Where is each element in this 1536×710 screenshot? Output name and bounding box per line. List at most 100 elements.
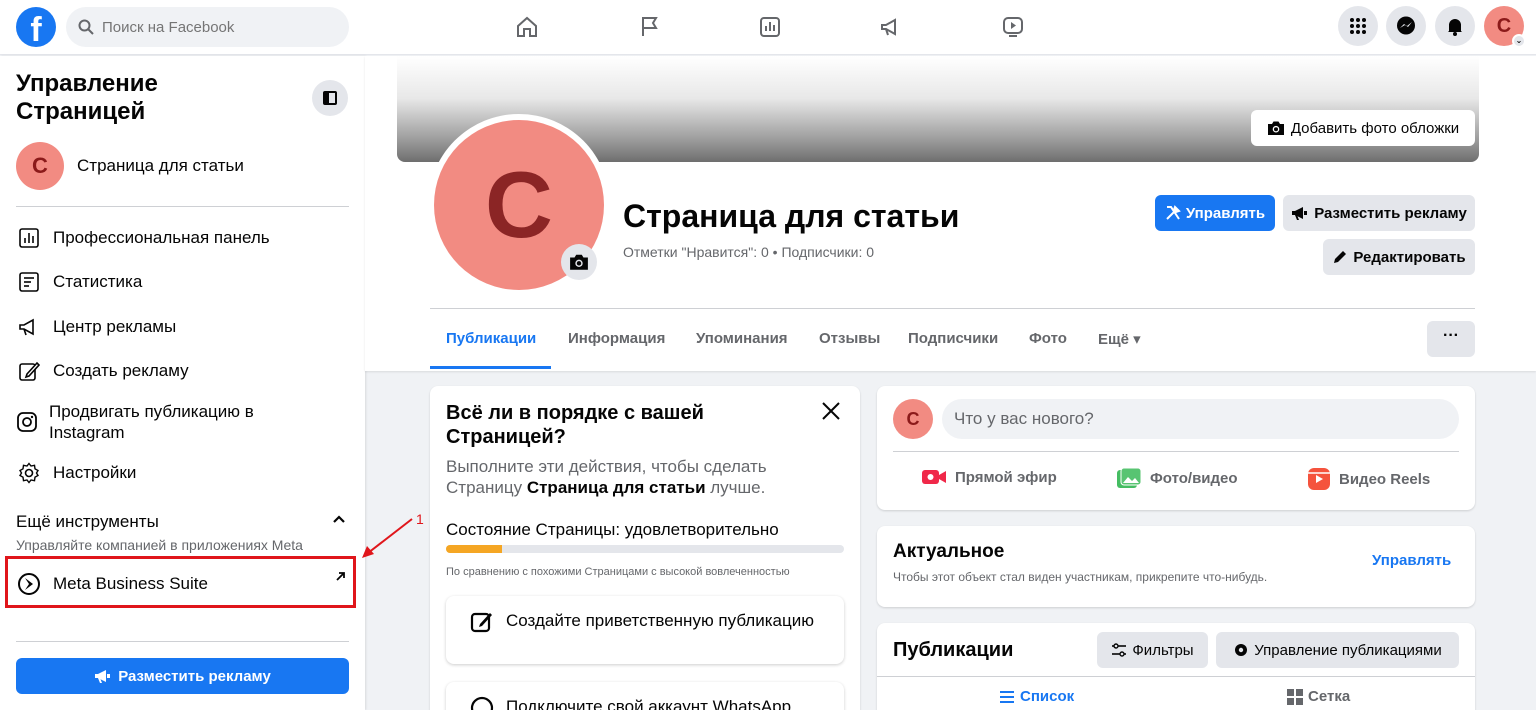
composer-action-label: Видео Reels bbox=[1339, 470, 1431, 488]
advertise-label: Разместить рекламу bbox=[1314, 204, 1467, 222]
sidebar-page-switcher[interactable]: C Страница для статьи bbox=[16, 142, 244, 190]
manage-posts-label: Управление публикациями bbox=[1254, 641, 1442, 659]
sidebar-item-instagram-promote[interactable]: Продвигать публикацию в Instagram bbox=[16, 401, 276, 443]
health-progress-bar bbox=[446, 545, 844, 553]
page-title: Страница для статьи bbox=[623, 198, 960, 234]
composer-avatar[interactable]: C bbox=[893, 399, 933, 439]
home-icon[interactable] bbox=[509, 10, 545, 44]
meta-business-suite-icon bbox=[16, 571, 42, 597]
bell-icon[interactable] bbox=[1435, 6, 1475, 46]
messenger-icon[interactable] bbox=[1386, 6, 1426, 46]
tab-mentions[interactable]: Упоминания bbox=[696, 330, 788, 347]
more-tools-title: Ещё инструменты bbox=[16, 512, 159, 531]
add-cover-label: Добавить фото обложки bbox=[1290, 119, 1460, 137]
view-list-tab[interactable]: Список bbox=[999, 688, 1074, 705]
account-menu-chevron-icon[interactable]: ⌄ bbox=[1512, 34, 1526, 48]
composer-input[interactable]: Что у вас нового? bbox=[942, 399, 1459, 439]
sidebar-item-ads-center[interactable]: Центр рекламы bbox=[16, 314, 176, 340]
tab-reviews[interactable]: Отзывы bbox=[819, 330, 880, 347]
reels-button[interactable]: Видео Reels bbox=[1307, 467, 1430, 491]
edit-button[interactable]: Редактировать bbox=[1323, 239, 1475, 275]
sidebar-item-statistics[interactable]: Статистика bbox=[16, 269, 142, 295]
tab-followers[interactable]: Подписчики bbox=[908, 330, 998, 347]
pencil-icon bbox=[1334, 251, 1347, 263]
connect-whatsapp-item[interactable]: Подключите свой аккаунт WhatsApp bbox=[446, 682, 844, 710]
flag-icon[interactable] bbox=[631, 10, 667, 44]
tab-more[interactable]: Ещё ▾ bbox=[1098, 330, 1141, 348]
pencil-icon bbox=[16, 358, 42, 384]
video-icon[interactable] bbox=[995, 10, 1031, 44]
health-card-title: Всё ли в порядке с вашей Страницей? bbox=[446, 402, 704, 448]
insights-icon[interactable] bbox=[752, 10, 788, 44]
sidebar-advertise-button[interactable]: Разместить рекламу bbox=[16, 658, 349, 694]
sidebar-collapse-icon[interactable] bbox=[312, 80, 348, 116]
description-suffix: лучше. bbox=[705, 478, 766, 497]
featured-subtitle: Чтобы этот объект стал виден участникам,… bbox=[893, 570, 1268, 584]
megaphone-icon bbox=[16, 314, 42, 340]
top-bar: f C ⌄ bbox=[0, 0, 1536, 55]
account-avatar[interactable]: C ⌄ bbox=[1484, 6, 1526, 48]
composer-action-label: Фото/видео bbox=[1150, 469, 1238, 487]
filters-label: Фильтры bbox=[1132, 641, 1194, 659]
facebook-logo[interactable]: f bbox=[16, 7, 56, 47]
sidebar-item-label: Продвигать публикацию в Instagram bbox=[49, 402, 254, 442]
grid-icon bbox=[1287, 688, 1303, 705]
sidebar-divider bbox=[16, 641, 349, 642]
page-avatar: C bbox=[16, 142, 64, 190]
sidebar-item-label: Meta Business Suite bbox=[53, 574, 208, 593]
view-grid-label: Сетка bbox=[1308, 688, 1351, 705]
megaphone-icon[interactable] bbox=[873, 10, 909, 44]
chevron-up-icon[interactable] bbox=[332, 511, 346, 527]
featured-title: Актуальное bbox=[893, 541, 1005, 562]
tab-publications[interactable]: Публикации bbox=[446, 330, 536, 347]
reels-icon bbox=[1308, 468, 1330, 490]
tools-icon bbox=[1166, 205, 1181, 220]
featured-manage-link[interactable]: Управлять bbox=[1372, 552, 1451, 569]
add-cover-photo-button[interactable]: Добавить фото обложки bbox=[1251, 110, 1475, 146]
manage-button[interactable]: Управлять bbox=[1155, 195, 1275, 231]
search-box[interactable] bbox=[66, 7, 349, 47]
edit-label: Редактировать bbox=[1353, 248, 1466, 266]
active-tab-indicator bbox=[430, 366, 551, 369]
tab-photos[interactable]: Фото bbox=[1029, 330, 1067, 347]
filters-button[interactable]: Фильтры bbox=[1097, 632, 1208, 668]
sidebar-page-name: Страница для статьи bbox=[77, 156, 244, 175]
sidebar-item-label: Центр рекламы bbox=[53, 317, 177, 336]
sidebar-item-meta-business-suite[interactable]: Meta Business Suite bbox=[16, 571, 208, 597]
composer-divider bbox=[893, 451, 1459, 452]
sidebar-item-create-ad[interactable]: Создать рекламу bbox=[16, 358, 189, 384]
update-avatar-camera-icon[interactable] bbox=[561, 244, 597, 280]
manage-posts-button[interactable]: Управление публикациями bbox=[1216, 632, 1459, 668]
photo-video-button[interactable]: Фото/видео bbox=[1116, 467, 1238, 489]
advertise-button[interactable]: Разместить рекламу bbox=[1283, 195, 1475, 231]
close-icon[interactable] bbox=[820, 400, 842, 429]
instagram-icon bbox=[16, 409, 38, 435]
sidebar-item-label: Профессиональная панель bbox=[53, 228, 270, 247]
compose-icon bbox=[470, 612, 492, 633]
sidebar-advertise-label: Разместить рекламу bbox=[118, 667, 271, 685]
sidebar-item-professional-dashboard[interactable]: Профессиональная панель bbox=[16, 225, 270, 251]
tab-information[interactable]: Информация bbox=[568, 330, 665, 347]
camera-icon bbox=[1267, 121, 1284, 135]
create-welcome-post-item[interactable]: Создайте приветственную публикацию bbox=[446, 596, 844, 664]
page-stats: Отметки "Нравится": 0 • Подписчики: 0 bbox=[623, 244, 875, 260]
health-progress-fill bbox=[446, 545, 502, 553]
statistics-icon bbox=[16, 269, 42, 295]
view-list-label: Список bbox=[1020, 688, 1075, 705]
annotation-number: 1 bbox=[416, 511, 424, 527]
view-grid-tab[interactable]: Сетка bbox=[1287, 688, 1350, 705]
more-options-button[interactable]: ··· bbox=[1427, 321, 1475, 357]
sidebar-item-label: Настройки bbox=[53, 463, 137, 482]
action-label: Подключите свой аккаунт WhatsApp bbox=[506, 697, 792, 710]
sidebar-title: Управление Страницей bbox=[16, 70, 158, 125]
composer-action-label: Прямой эфир bbox=[955, 468, 1057, 486]
external-link-icon[interactable] bbox=[334, 570, 346, 588]
search-input[interactable] bbox=[102, 18, 322, 36]
page-health-state: Состояние Страницы: удовлетворительно bbox=[446, 520, 779, 539]
live-video-button[interactable]: Прямой эфир bbox=[921, 467, 1057, 487]
megaphone-icon bbox=[1292, 207, 1308, 220]
sidebar-item-settings[interactable]: Настройки bbox=[16, 460, 136, 486]
menu-grid-icon[interactable] bbox=[1338, 6, 1378, 46]
sidebar-item-label: Создать рекламу bbox=[53, 361, 189, 380]
annotation-arrow-icon bbox=[362, 518, 413, 558]
